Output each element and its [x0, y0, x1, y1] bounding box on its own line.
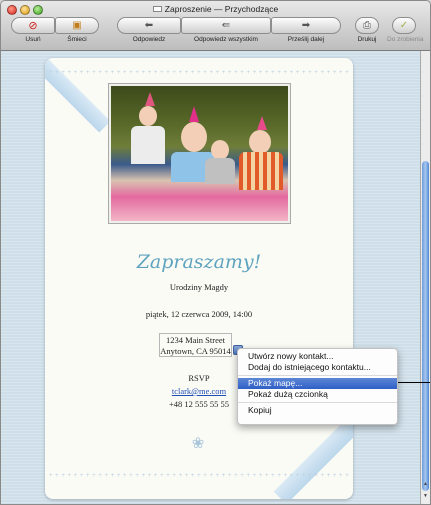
occasion-text: Urodziny Magdy [169, 282, 229, 292]
scroll-thumb[interactable] [422, 161, 429, 491]
print-button[interactable]: ⎙ Drukuj [355, 17, 379, 43]
address-detector[interactable]: 1234 Main Street Anytown, CA 95014 [159, 333, 232, 357]
email-link[interactable]: tclark@me.com [172, 386, 226, 396]
reply-button[interactable]: ⬅ Odpowiedz [117, 17, 181, 43]
child [205, 158, 235, 184]
scroll-down-icon[interactable]: ▼ [422, 493, 429, 499]
stitch-border-bottom: + + + + + + + + + + + + + + + + + + + + … [49, 473, 349, 479]
child [131, 126, 165, 164]
delete-icon: ⊘ [11, 17, 55, 34]
junk-icon: ▣ [55, 17, 99, 34]
menu-item-show-map[interactable]: Pokaż mapę... [238, 378, 397, 389]
menu-separator [238, 402, 397, 403]
junk-label: Śmieci [67, 36, 87, 43]
mail-message-window: Zaproszenie — Przychodzące ⊘ Usuń ▣ Śmie… [0, 0, 431, 505]
menu-item-copy[interactable]: Kopiuj [238, 405, 397, 416]
callout-line [398, 382, 430, 383]
forward-button[interactable]: ➡ Prześlij dalej [271, 17, 341, 43]
checkmark-icon: ✓ [392, 17, 416, 34]
invitation-heading: Zapraszamy! [136, 251, 262, 273]
party-hat [189, 106, 199, 122]
window-title-text: Zaproszenie — Przychodzące [164, 4, 279, 14]
envelope-icon [152, 6, 162, 12]
reply-all-label: Odpowiedz wszystkim [194, 36, 258, 43]
window-title: Zaproszenie — Przychodzące [1, 4, 430, 14]
stitch-border-top: + + + + + + + + + + + + + + + + + + + + … [49, 70, 349, 76]
printer-icon: ⎙ [355, 17, 379, 34]
child [181, 122, 207, 152]
scroll-up-icon[interactable]: ▲ [422, 481, 429, 487]
reply-all-arrow-icon: ⇚ [181, 17, 271, 34]
child [249, 130, 271, 154]
reply-arrow-icon: ⬅ [117, 17, 181, 34]
menu-item-add-to-contact[interactable]: Dodaj do istniejącego kontaktu... [238, 362, 397, 373]
forward-label: Prześlij dalej [287, 36, 325, 43]
delete-label: Usuń [25, 36, 41, 43]
reply-label: Odpowiedz [132, 36, 166, 43]
todo-label: Do zrobienia [387, 36, 424, 43]
address-line-2: Anytown, CA 95014 [160, 346, 231, 356]
party-hat [145, 92, 155, 106]
print-label: Drukuj [357, 36, 377, 43]
menu-item-large-type[interactable]: Pokaż dużą czcionką [238, 389, 397, 400]
address-context-menu: Utwórz nowy kontakt... Dodaj do istnieją… [237, 348, 398, 425]
address-line-1: 1234 Main Street [165, 335, 226, 345]
menu-item-create-contact[interactable]: Utwórz nowy kontakt... [238, 351, 397, 362]
title-bar: Zaproszenie — Przychodzące ⊘ Usuń ▣ Śmie… [1, 1, 430, 51]
forward-arrow-icon: ➡ [271, 17, 341, 34]
party-hat [257, 116, 267, 130]
delete-button[interactable]: ⊘ Usuń [11, 17, 55, 43]
reply-all-button[interactable]: ⇚ Odpowiedz wszystkim [181, 17, 271, 43]
party-photo [109, 84, 290, 223]
todo-button[interactable]: ✓ Do zrobienia [387, 17, 424, 43]
flower-ornament-icon: ❀ [191, 435, 205, 452]
vertical-scrollbar[interactable]: ▲ ▼ [420, 51, 430, 504]
date-time-text: piątek, 12 czerwca 2009, 14:00 [145, 309, 253, 319]
menu-separator [238, 375, 397, 376]
child [239, 152, 283, 190]
child [139, 106, 157, 126]
child [211, 140, 229, 160]
junk-button[interactable]: ▣ Śmieci [55, 17, 99, 43]
toolbar: ⊘ Usuń ▣ Śmieci ⬅ Odpowiedz ⇚ Odpowiedz … [1, 17, 430, 49]
